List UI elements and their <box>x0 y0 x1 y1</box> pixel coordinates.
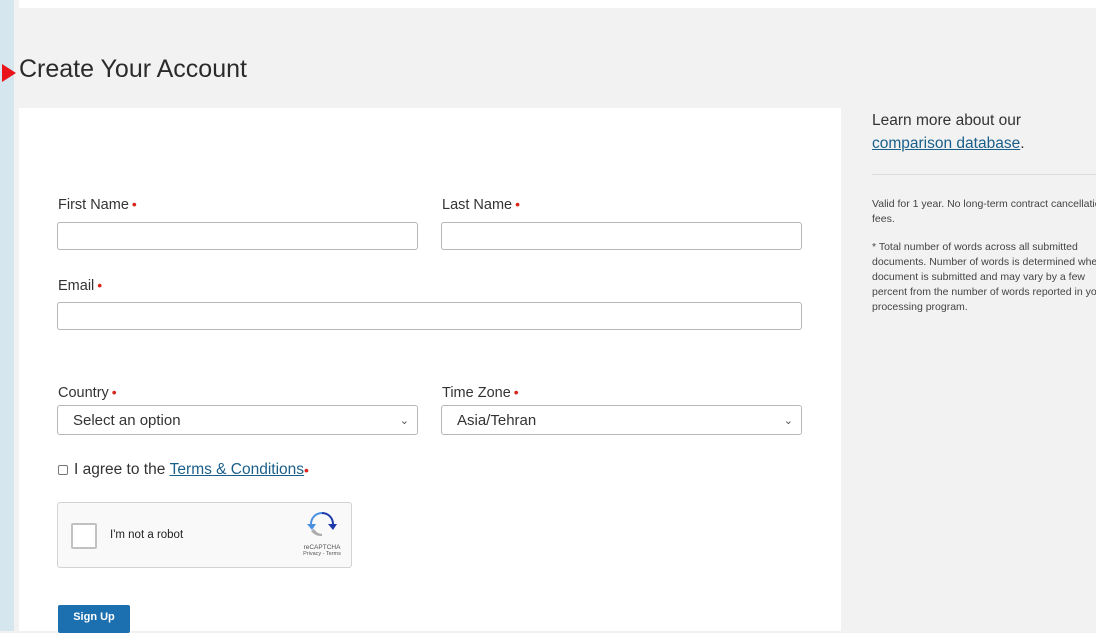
recaptcha-privacy-terms[interactable]: Privacy - Terms <box>298 551 346 557</box>
required-marker: • <box>111 384 117 400</box>
left-stripe <box>0 0 14 631</box>
country-select[interactable]: Select an option ⌄ <box>57 405 418 435</box>
last-name-field[interactable] <box>441 222 802 250</box>
chevron-down-icon: ⌄ <box>783 415 793 427</box>
comparison-database-link[interactable]: comparison database <box>872 135 1020 152</box>
time-zone-select[interactable]: Asia/Tehran ⌄ <box>441 405 802 435</box>
learn-more-text: Learn more about our comparison database… <box>872 112 1025 152</box>
time-zone-label: Time Zone • <box>442 384 519 401</box>
country-label: Country • <box>58 384 117 401</box>
sidebar-divider <box>872 174 1096 175</box>
page-title: Create Your Account <box>19 55 247 83</box>
required-marker: • <box>513 384 519 400</box>
email-field[interactable] <box>57 302 802 330</box>
required-marker: • <box>97 277 103 293</box>
required-marker: • <box>515 196 521 212</box>
validity-note: Valid for 1 year. No long-term contract … <box>872 198 1096 225</box>
recaptcha-brand: reCAPTCHA <box>303 544 341 551</box>
terms-agreement-row: I agree to the Terms & Conditions • <box>58 461 309 479</box>
recaptcha-widget: I'm not a robot reCAPTCHA Privacy - Term… <box>57 502 352 568</box>
time-zone-selected-value: Asia/Tehran <box>457 412 537 429</box>
recaptcha-checkbox[interactable] <box>71 523 97 549</box>
terms-conditions-link[interactable]: Terms & Conditions <box>170 461 304 479</box>
chevron-down-icon: ⌄ <box>399 415 409 427</box>
first-name-label: First Name • <box>58 196 137 213</box>
country-selected-value: Select an option <box>73 412 181 429</box>
email-label: Email • <box>58 277 103 294</box>
recaptcha-logo: reCAPTCHA Privacy - Terms <box>298 511 346 557</box>
word-count-note: * Total number of words across all submi… <box>872 241 1096 313</box>
required-marker: • <box>304 462 309 478</box>
red-arrow-pointer-icon <box>2 64 16 82</box>
required-marker: • <box>131 196 137 212</box>
terms-checkbox[interactable] <box>58 465 68 475</box>
sign-up-button[interactable]: Sign Up <box>58 605 130 633</box>
top-card <box>19 0 1096 8</box>
recaptcha-icon <box>307 512 337 537</box>
last-name-label: Last Name • <box>442 196 521 213</box>
first-name-field[interactable] <box>57 222 418 250</box>
terms-prefix: I agree to the <box>74 461 170 478</box>
recaptcha-label: I'm not a robot <box>110 529 184 541</box>
